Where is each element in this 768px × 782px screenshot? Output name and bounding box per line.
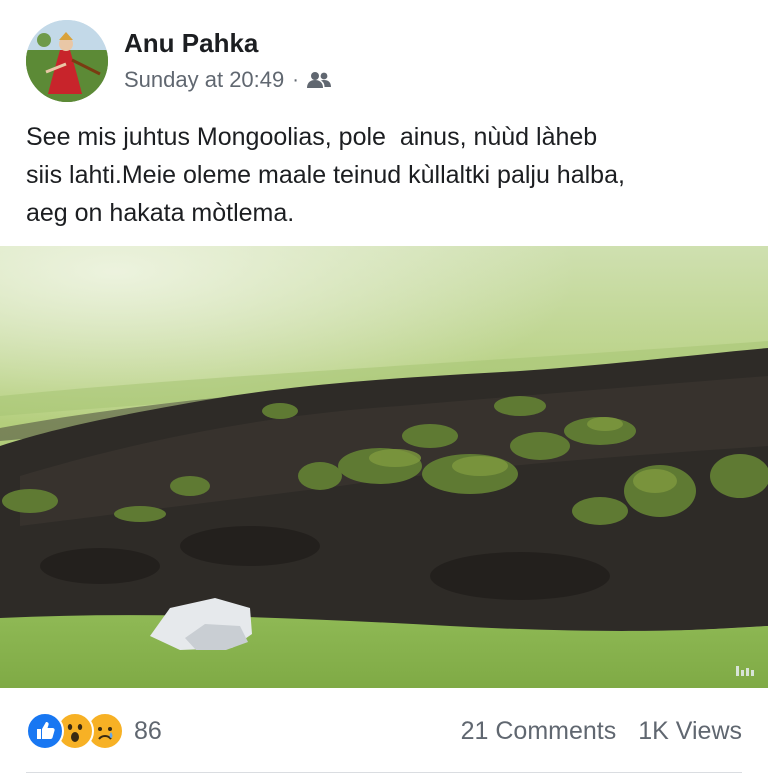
meta-separator: · [292, 68, 299, 91]
author-name[interactable]: Anu Pahka [124, 28, 258, 59]
post-stats: 21 Comments 1K Views [461, 712, 742, 750]
post-photo[interactable] [0, 246, 768, 688]
footer-divider [26, 772, 742, 773]
comments-count[interactable]: 21 Comments [461, 717, 617, 746]
reaction-count: 86 [134, 716, 162, 745]
post-meta: Sunday at 20:49 · [124, 66, 331, 94]
post-timestamp[interactable]: Sunday at 20:49 [124, 67, 284, 93]
facebook-post: Anu Pahka Sunday at 20:49 · See mis juht… [0, 0, 768, 782]
views-count: 1K Views [638, 716, 742, 745]
author-avatar[interactable] [26, 20, 108, 102]
avatar-person-image [26, 20, 108, 102]
landscape-photo-image [0, 246, 768, 688]
like-icon [26, 712, 64, 750]
reactions-summary[interactable]: 86 [26, 712, 162, 750]
post-body-text: See mis juhtus Mongoolias, pole ainus, n… [26, 123, 625, 227]
friends-icon[interactable] [306, 70, 331, 90]
